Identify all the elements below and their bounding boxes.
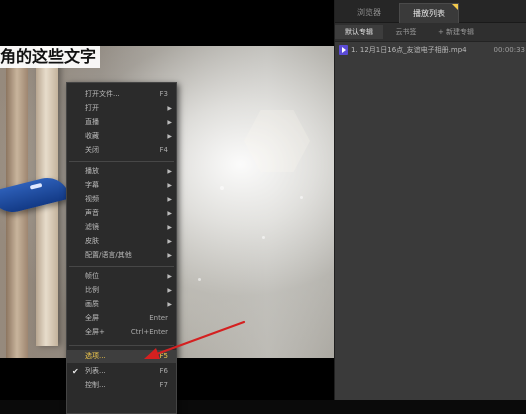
menu-item-label: 控制... (85, 381, 106, 389)
submenu-arrow-icon: ▶ (167, 210, 172, 217)
menu-item-label: 帧位 (85, 272, 99, 280)
panel-tab-bar: 浏览器 播放列表 (335, 0, 526, 23)
menu-item-label: 滤镜 (85, 223, 99, 231)
menu-item-label: 字幕 (85, 181, 99, 189)
submenu-arrow-icon: ▶ (167, 224, 172, 231)
menu-item-ratio[interactable]: 比例 ▶ (67, 284, 176, 297)
menu-item-shortcut: F6 (159, 367, 168, 375)
menu-item-live[interactable]: 直播 ▶ (67, 116, 176, 129)
submenu-arrow-icon: ▶ (167, 273, 172, 280)
video-file-icon (339, 45, 348, 55)
submenu-arrow-icon: ▶ (167, 238, 172, 245)
menu-item-audio[interactable]: 声音 ▶ (67, 207, 176, 220)
menu-item-frame[interactable]: 帧位 ▶ (67, 270, 176, 283)
menu-separator (69, 266, 174, 267)
submenu-arrow-icon: ▶ (167, 182, 172, 189)
menu-item-open[interactable]: 打开 ▶ (67, 102, 176, 115)
submenu-arrow-icon: ▶ (167, 133, 172, 140)
menu-item-label: 视频 (85, 195, 99, 203)
menu-item-shortcut: F3 (159, 90, 168, 98)
menu-item-label: 声音 (85, 209, 99, 217)
playlist-panel: 浏览器 播放列表 默认专辑 云书签 + 新建专辑 1. 12月1日16点_友谊电… (334, 0, 526, 400)
submenu-arrow-icon: ▶ (167, 287, 172, 294)
menu-item-label: 直播 (85, 118, 99, 126)
menu-separator (69, 161, 174, 162)
menu-item-label: 选项... (85, 352, 106, 360)
checkmark-icon: ✔ (72, 367, 79, 376)
bokeh-dot (198, 278, 201, 281)
menu-item-label: 打开 (85, 104, 99, 112)
submenu-arrow-icon: ▶ (167, 105, 172, 112)
menu-item-label: 画质 (85, 300, 99, 308)
submenu-arrow-icon: ▶ (167, 301, 172, 308)
new-album-button[interactable]: + 新建专辑 (429, 25, 483, 39)
submenu-arrow-icon: ▶ (167, 168, 172, 175)
album-tab-cloud-bookmarks[interactable]: 云书签 (383, 25, 429, 39)
submenu-arrow-icon: ▶ (167, 119, 172, 126)
bokeh-dot (220, 186, 224, 190)
menu-item-label: 比例 (85, 286, 99, 294)
menu-item-label: 播放 (85, 167, 99, 175)
menu-item-play[interactable]: 播放 ▶ (67, 165, 176, 178)
submenu-arrow-icon: ▶ (167, 252, 172, 259)
menu-item-favorites[interactable]: 收藏 ▶ (67, 130, 176, 143)
annotation-arrow-icon (144, 320, 246, 359)
playlist-item-duration: 00:00:33 (493, 46, 525, 54)
menu-item-open-file[interactable]: 打开文件... F3 (67, 88, 176, 101)
tab-playlist[interactable]: 播放列表 (399, 3, 459, 23)
playlist-item-title: 1. 12月1日16点_友谊电子相册.mp4 (351, 46, 467, 54)
bokeh-hexagon (244, 110, 310, 172)
menu-item-subtitle[interactable]: 字幕 ▶ (67, 179, 176, 192)
menu-item-label: 打开文件... (85, 90, 120, 98)
menu-item-shortcut: F4 (159, 146, 168, 154)
menu-item-label: 皮肤 (85, 237, 99, 245)
menu-item-label: 收藏 (85, 132, 99, 140)
menu-item-label: 配置/语言/其他 (85, 251, 132, 259)
menu-item-label: 关闭 (85, 146, 99, 154)
playlist-item[interactable]: 1. 12月1日16点_友谊电子相册.mp4 00:00:33 (335, 44, 526, 56)
album-tab-default[interactable]: 默认专辑 (335, 25, 383, 39)
menu-item-video[interactable]: 视频 ▶ (67, 193, 176, 206)
submenu-arrow-icon: ▶ (167, 196, 172, 203)
menu-item-playlist[interactable]: ✔ 列表... F6 (67, 365, 176, 378)
video-overlay-text: 角的这些文字 (0, 46, 101, 68)
menu-item-label: 全屏+ (85, 328, 105, 336)
context-menu: 打开文件... F3 打开 ▶ 直播 ▶ 收藏 ▶ 关闭 F4 播放 ▶ 字幕 … (66, 82, 177, 414)
tab-browser[interactable]: 浏览器 (339, 3, 399, 22)
menu-item-control[interactable]: 控制... F7 (67, 379, 176, 392)
menu-item-skin[interactable]: 皮肤 ▶ (67, 235, 176, 248)
tab-corner-marker-icon (452, 4, 458, 10)
menu-item-quality[interactable]: 画质 ▶ (67, 298, 176, 311)
menu-item-close[interactable]: 关闭 F4 (67, 144, 176, 157)
bokeh-dot (300, 196, 303, 199)
menu-item-shortcut: F7 (159, 381, 168, 389)
menu-item-label: 列表... (85, 367, 106, 375)
album-bar: 默认专辑 云书签 + 新建专辑 (335, 23, 526, 42)
menu-item-label: 全屏 (85, 314, 99, 322)
menu-item-filter[interactable]: 滤镜 ▶ (67, 221, 176, 234)
bokeh-dot (262, 236, 265, 239)
tab-playlist-label: 播放列表 (413, 9, 445, 18)
menu-item-config[interactable]: 配置/语言/其他 ▶ (67, 249, 176, 262)
